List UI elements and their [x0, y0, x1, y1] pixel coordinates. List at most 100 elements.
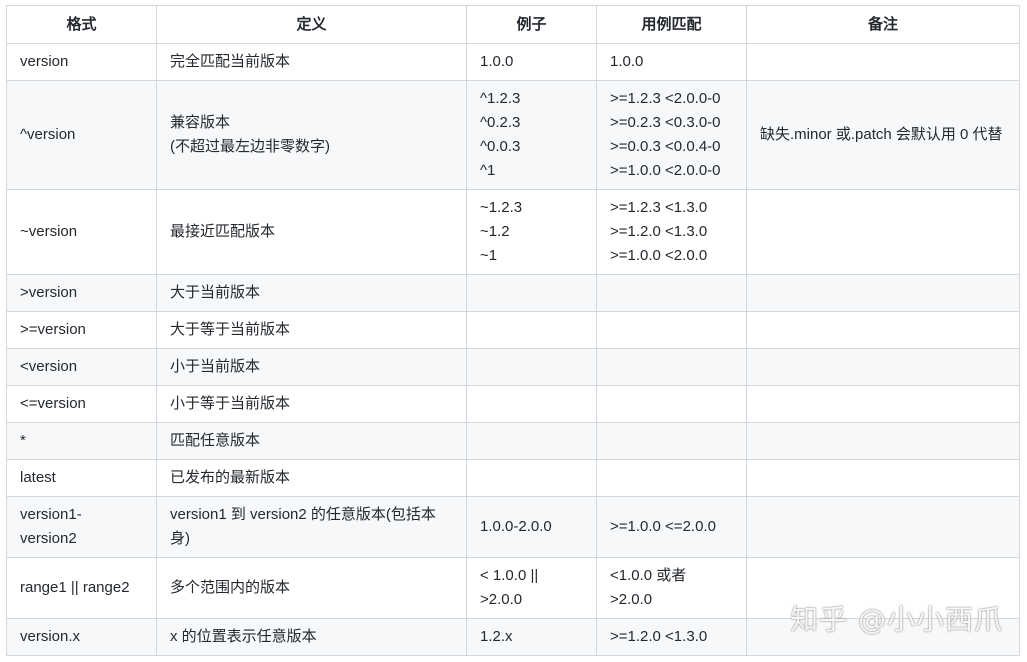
- cell-line: >=1.2.3 <2.0.0-0: [610, 90, 721, 107]
- example-cell: ~1.2.3 ~1.2 ~1: [466, 189, 597, 275]
- definition-cell: 大于当前版本: [156, 274, 467, 312]
- cell-line: <version: [20, 358, 78, 375]
- definition-cell: 最接近匹配版本: [156, 189, 467, 275]
- definition-cell: 多个范围内的版本: [156, 557, 467, 619]
- example-cell: [466, 274, 597, 312]
- note-cell: [746, 459, 1020, 497]
- cell-line: 1.2.x: [480, 628, 513, 645]
- cell-line: ~version: [20, 223, 78, 240]
- header-note: 备注: [746, 5, 1020, 44]
- cell-line: >=1.2.0 <1.3.0: [610, 628, 708, 645]
- table-row: >version 大于当前版本: [6, 274, 1020, 312]
- cell-line: >2.0.0: [480, 591, 523, 608]
- example-cell: 1.2.x: [466, 618, 597, 656]
- note-cell: [746, 385, 1020, 423]
- match-cell: <1.0.0 或者 >2.0.0: [596, 557, 747, 619]
- cell-line: ^version: [20, 126, 76, 143]
- cell-line: < 1.0.0 ||: [480, 567, 539, 584]
- cell-line: 已发布的最新版本: [170, 469, 291, 486]
- example-cell: 1.0.0-2.0.0: [466, 496, 597, 558]
- format-cell: >version: [6, 274, 157, 312]
- match-cell: 1.0.0: [596, 43, 747, 81]
- definition-cell: 大于等于当前版本: [156, 311, 467, 349]
- cell-line: ^1.2.3: [480, 90, 521, 107]
- header-match: 用例匹配: [596, 5, 747, 44]
- format-cell: version.x: [6, 618, 157, 656]
- table-row: version 完全匹配当前版本 1.0.0 1.0.0: [6, 43, 1020, 81]
- format-cell: <version: [6, 348, 157, 386]
- header-format: 格式: [6, 5, 157, 44]
- note-cell: [746, 274, 1020, 312]
- table-row: ~version 最接近匹配版本 ~1.2.3 ~1.2 ~1 >=1.2.3 <1.3.…: [6, 189, 1020, 275]
- cell-line: 1.0.0: [610, 53, 644, 70]
- cell-line: 兼容版本: [170, 114, 231, 131]
- cell-line: >=1.2.3 <1.3.0: [610, 199, 708, 216]
- definition-cell: 兼容版本 (不超过最左边非零数字): [156, 80, 467, 190]
- table-row: version1- version2 version1 到 version2 的任意…: [6, 496, 1020, 558]
- header-definition: 定义: [156, 5, 467, 44]
- note-cell: [746, 43, 1020, 81]
- match-cell: >=1.2.0 <1.3.0: [596, 618, 747, 656]
- match-cell: [596, 385, 747, 423]
- cell-line: 大于等于当前版本: [170, 321, 291, 338]
- match-cell: [596, 274, 747, 312]
- cell-line: version2: [20, 530, 77, 547]
- format-cell: version1- version2: [6, 496, 157, 558]
- cell-text: 缺失.minor 或.patch 会默认用 0 代替: [760, 126, 1003, 143]
- definition-cell: 小于等于当前版本: [156, 385, 467, 423]
- note-cell: [746, 496, 1020, 558]
- format-cell: ~version: [6, 189, 157, 275]
- cell-line: 1.0.0-2.0.0: [480, 518, 552, 535]
- cell-line: 小于等于当前版本: [170, 395, 291, 412]
- note-cell: 缺失.minor 或.patch 会默认用 0 代替: [746, 80, 1020, 190]
- cell-line: >=version: [20, 321, 86, 338]
- match-cell: >=1.0.0 <=2.0.0: [596, 496, 747, 558]
- cell-line: ^0.0.3: [480, 138, 521, 155]
- cell-line: >=1.0.0 <=2.0.0: [610, 518, 716, 535]
- cell-line: (不超过最左边非零数字): [170, 138, 330, 155]
- watermark: 知乎 @小小西爪: [790, 603, 1003, 636]
- cell-line: 完全匹配当前版本: [170, 53, 291, 70]
- cell-line: <1.0.0 或者: [610, 567, 687, 584]
- example-cell: < 1.0.0 || >2.0.0: [466, 557, 597, 619]
- definition-cell: 匹配任意版本: [156, 422, 467, 460]
- table-row: * 匹配任意版本: [6, 422, 1020, 460]
- cell-line: version.x: [20, 628, 81, 645]
- example-cell: [466, 385, 597, 423]
- match-cell: [596, 311, 747, 349]
- cell-line: >=1.0.0 <2.0.0: [610, 247, 708, 264]
- format-cell: latest: [6, 459, 157, 497]
- cell-line: 多个范围内的版本: [170, 579, 291, 596]
- example-cell: [466, 459, 597, 497]
- example-cell: [466, 422, 597, 460]
- format-cell: <=version: [6, 385, 157, 423]
- cell-line: version: [20, 53, 69, 70]
- cell-line: range1 || range2: [20, 579, 130, 596]
- definition-cell: 已发布的最新版本: [156, 459, 467, 497]
- table-row: ^version 兼容版本 (不超过最左边非零数字) ^1.2.3 ^0.2.3 ^0.0…: [6, 80, 1020, 190]
- cell-line: 大于当前版本: [170, 284, 261, 301]
- cell-line: ^0.2.3: [480, 114, 521, 131]
- example-cell: ^1.2.3 ^0.2.3 ^0.0.3 ^1: [466, 80, 597, 190]
- note-cell: [746, 311, 1020, 349]
- cell-line: >=1.0.0 <2.0.0-0: [610, 162, 721, 179]
- cell-line: >=0.2.3 <0.3.0-0: [610, 114, 721, 131]
- cell-line: 身): [170, 530, 190, 547]
- note-cell: [746, 422, 1020, 460]
- match-cell: >=1.2.3 <2.0.0-0 >=0.2.3 <0.3.0-0 >=0.0.3 …: [596, 80, 747, 190]
- cell-line: <=version: [20, 395, 86, 412]
- table-row: latest 已发布的最新版本: [6, 459, 1020, 497]
- cell-line: >=1.2.0 <1.3.0: [610, 223, 708, 240]
- definition-cell: x 的位置表示任意版本: [156, 618, 467, 656]
- cell-line: version1-: [20, 506, 82, 523]
- cell-line: 1.0.0: [480, 53, 514, 70]
- cell-line: ~1: [480, 247, 498, 264]
- format-cell: *: [6, 422, 157, 460]
- cell-line: >version: [20, 284, 78, 301]
- cell-line: >=0.0.3 <0.0.4-0: [610, 138, 721, 155]
- cell-line: latest: [20, 469, 56, 486]
- cell-line: ^1: [480, 162, 496, 179]
- cell-line: 匹配任意版本: [170, 432, 261, 449]
- definition-cell: 小于当前版本: [156, 348, 467, 386]
- match-cell: [596, 459, 747, 497]
